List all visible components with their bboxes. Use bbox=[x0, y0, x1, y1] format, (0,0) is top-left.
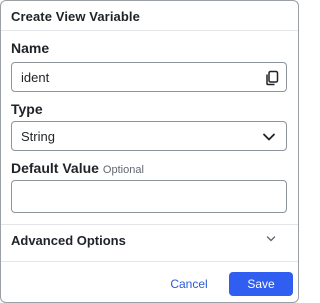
type-select[interactable]: String bbox=[11, 121, 287, 151]
type-label: Type bbox=[11, 101, 43, 117]
cancel-button[interactable]: Cancel bbox=[161, 272, 217, 296]
type-select-value: String bbox=[21, 129, 55, 144]
advanced-options-label: Advanced Options bbox=[11, 233, 126, 248]
default-value-label: Default Value Optional bbox=[11, 160, 144, 176]
create-view-variable-dialog: Create View Variable Name ident Type Str… bbox=[0, 0, 299, 303]
title-divider bbox=[1, 30, 298, 31]
advanced-options-toggle[interactable]: Advanced Options bbox=[1, 224, 298, 260]
copy-icon[interactable] bbox=[265, 70, 279, 86]
save-button[interactable]: Save bbox=[229, 272, 293, 296]
chevron-down-icon[interactable] bbox=[266, 235, 276, 243]
optional-hint: Optional bbox=[102, 164, 144, 176]
name-input[interactable]: ident bbox=[11, 62, 287, 92]
default-value-input[interactable] bbox=[11, 180, 287, 213]
dialog-title: Create View Variable bbox=[11, 9, 140, 24]
chevron-down-icon[interactable] bbox=[262, 131, 276, 143]
footer-divider bbox=[1, 261, 298, 262]
default-value-label-text: Default Value bbox=[11, 160, 99, 176]
name-label: Name bbox=[11, 40, 50, 56]
name-input-value: ident bbox=[21, 70, 50, 85]
